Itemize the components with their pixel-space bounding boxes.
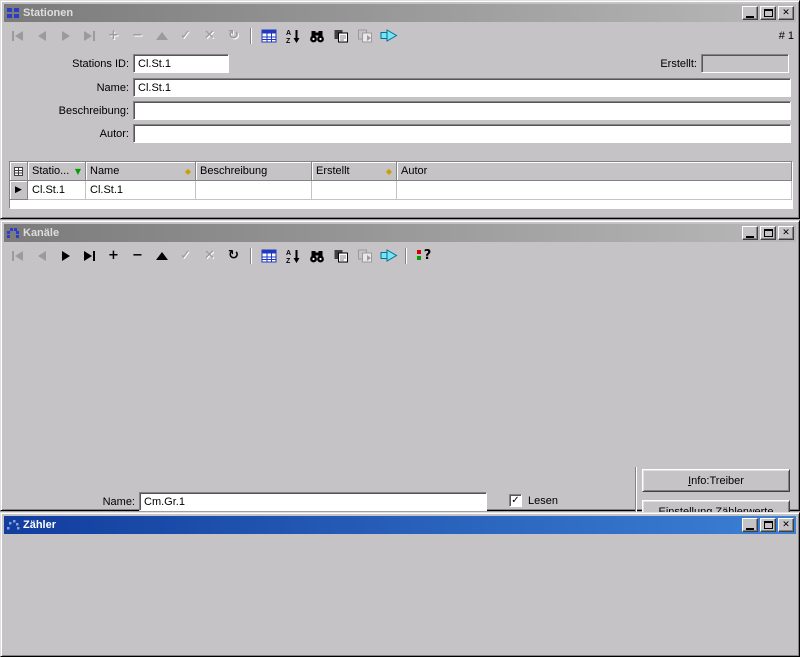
delete-record-button[interactable]: − [126,246,149,266]
column-header-erstellt[interactable]: Erstellt◆ [312,162,397,181]
stations-id-input[interactable] [133,54,229,73]
name-input[interactable] [133,78,791,97]
lesen-checkbox[interactable]: ✓ [509,494,522,507]
application-workspace: Stationen ✕ + − ✓ ✕ ↻ AZ # 1 [0,0,800,657]
window-zaehler: Zähler ✕ ↻ AZ ? [0,512,800,657]
refresh-button[interactable]: ↻ [222,26,245,46]
column-header-autor[interactable]: Autor [397,162,792,181]
titlebar-stationen[interactable]: Stationen ✕ [4,4,796,22]
find-icon[interactable] [305,26,328,46]
column-header-name[interactable]: Name◆ [86,162,196,181]
kanaele-toolbar: + − ✓ ✕ ↻ AZ ? [6,245,794,266]
erstellt-label: Erstellt: [601,55,697,74]
minimize-button[interactable] [742,518,758,532]
stations-id-label: Stations ID: [7,55,129,74]
edit-record-button[interactable] [150,26,173,46]
stationen-grid: Statio...▼ Name◆ Beschreibung Erstellt◆ … [9,161,793,209]
delete-record-button[interactable]: − [126,26,149,46]
close-button[interactable]: ✕ [778,226,794,240]
name-label: Name: [7,493,135,512]
record-count: # 1 [779,30,794,42]
window-title: Zähler [23,519,56,531]
current-row-indicator: ▶ [10,181,28,200]
sort-diamond-icon: ◆ [386,167,392,176]
toolbar-separator [405,248,407,264]
edit-record-button[interactable] [150,246,173,266]
last-record-button[interactable] [78,246,101,266]
sort-az-icon[interactable]: AZ [281,246,304,266]
minimize-button[interactable] [742,6,758,20]
svg-text:Z: Z [286,38,291,44]
insert-record-button[interactable]: + [102,246,125,266]
find-icon[interactable] [305,246,328,266]
grid-header-row: Statio...▼ Name◆ Beschreibung Erstellt◆ … [10,162,792,181]
window-kanaele: Kanäle ✕ + − ✓ ✕ ↻ AZ ? [0,220,800,511]
lesen-checkbox-label: Lesen [528,492,568,511]
prior-record-button[interactable] [30,26,53,46]
kanaele-window-icon [6,227,20,239]
maximize-button[interactable] [760,518,776,532]
table-row[interactable]: ▶ Cl.St.1 Cl.St.1 [10,181,792,200]
copy-icon[interactable] [329,26,352,46]
name-input[interactable] [139,492,487,511]
cancel-edit-button[interactable]: ✕ [198,246,221,266]
help-icon[interactable]: ? [412,246,435,266]
cancel-edit-button[interactable]: ✕ [198,26,221,46]
table-view-icon[interactable] [257,26,280,46]
post-edit-button[interactable]: ✓ [174,246,197,266]
export-icon[interactable] [377,246,400,266]
info-treiber-button[interactable]: Info:Treiber [642,469,790,492]
close-button[interactable]: ✕ [778,518,794,532]
svg-text:A: A [286,30,291,37]
window-title: Kanäle [23,227,59,239]
grid-corner-icon[interactable] [10,162,28,181]
autor-input[interactable] [133,124,791,143]
last-record-button[interactable] [78,26,101,46]
toolbar-separator [250,248,252,264]
stationen-window-icon [6,7,20,19]
export-icon[interactable] [377,26,400,46]
post-edit-button[interactable]: ✓ [174,26,197,46]
refresh-button[interactable]: ↻ [222,246,245,266]
next-record-button[interactable] [54,246,77,266]
first-record-button[interactable] [6,246,29,266]
column-header-beschreibung[interactable]: Beschreibung [196,162,312,181]
stationen-toolbar: + − ✓ ✕ ↻ AZ # 1 [6,25,794,46]
svg-text:Z: Z [286,258,291,264]
toolbar-separator [250,28,252,44]
sort-az-icon[interactable]: AZ [281,26,304,46]
beschreibung-label: Beschreibung: [7,102,129,121]
window-stationen: Stationen ✕ + − ✓ ✕ ↻ AZ # 1 [0,0,800,219]
copy-icon[interactable] [329,246,352,266]
titlebar-zaehler[interactable]: Zähler ✕ [4,516,796,534]
window-title: Stationen [23,7,73,19]
paste-icon[interactable] [353,246,376,266]
close-button[interactable]: ✕ [778,6,794,20]
svg-text:A: A [286,250,291,257]
maximize-button[interactable] [760,6,776,20]
zaehler-window-icon [6,519,20,531]
sort-diamond-icon: ◆ [185,167,191,176]
prior-record-button[interactable] [30,246,53,266]
sort-descending-icon: ▼ [75,167,81,176]
minimize-button[interactable] [742,226,758,240]
column-header-stations-id[interactable]: Statio...▼ [28,162,86,181]
autor-label: Autor: [7,125,129,144]
name-label: Name: [7,79,129,98]
first-record-button[interactable] [6,26,29,46]
insert-record-button[interactable]: + [102,26,125,46]
next-record-button[interactable] [54,26,77,46]
beschreibung-input[interactable] [133,101,791,120]
table-view-icon[interactable] [257,246,280,266]
titlebar-kanaele[interactable]: Kanäle ✕ [4,224,796,242]
paste-icon[interactable] [353,26,376,46]
maximize-button[interactable] [760,226,776,240]
erstellt-input[interactable] [701,54,789,73]
